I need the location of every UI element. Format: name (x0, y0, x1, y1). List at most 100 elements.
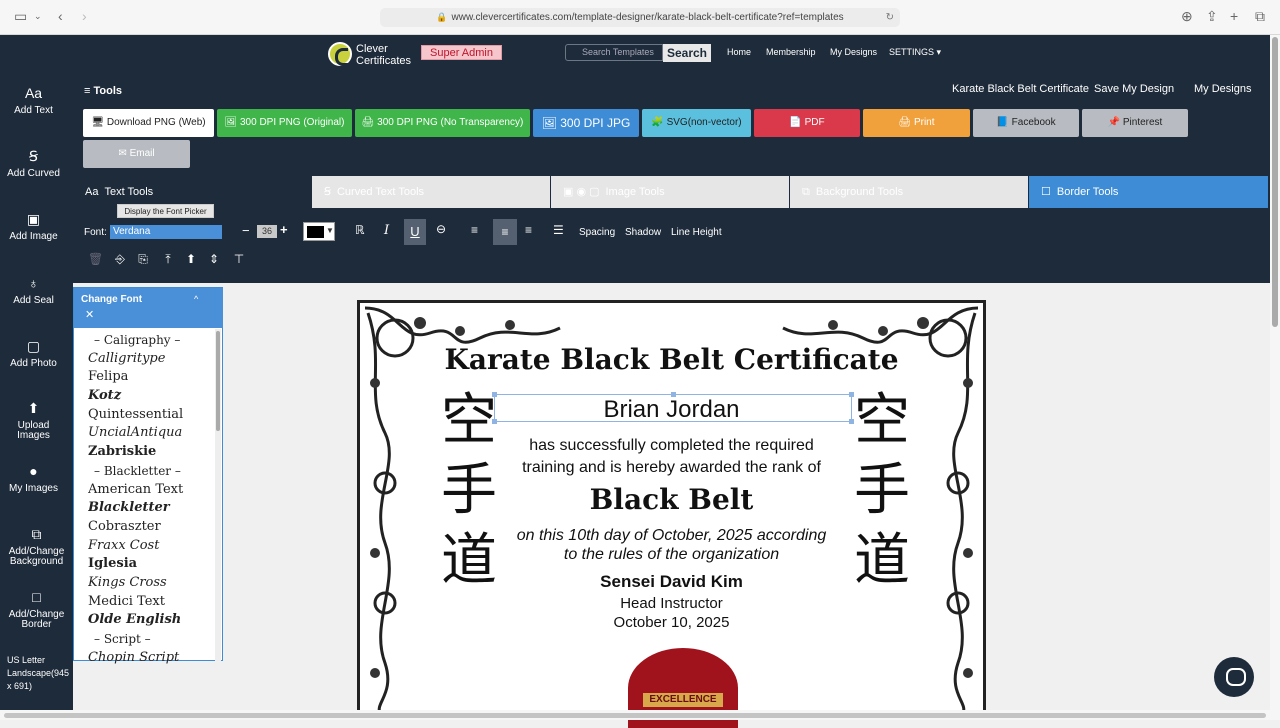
spacing-option[interactable]: Spacing (579, 227, 615, 238)
font-option[interactable]: American Text (88, 481, 208, 500)
line-height-option[interactable]: Line Height (671, 227, 722, 238)
scrollbar-thumb[interactable] (1272, 37, 1278, 327)
png-300dpi-original-button[interactable]: 🖼 300 DPI PNG (Original) (217, 109, 352, 137)
jpg-300dpi-button[interactable]: 🖼 300 DPI JPG (533, 109, 639, 137)
font-picker[interactable]: Verdana (110, 225, 222, 239)
font-size-input[interactable]: 36 (257, 225, 277, 238)
horizontal-scrollbar[interactable] (0, 710, 1270, 720)
align-center-icon[interactable]: ≡ (493, 219, 517, 245)
align-middle-icon[interactable]: ⇕ (207, 252, 221, 266)
strikethrough-icon[interactable]: ⊖ (436, 222, 446, 236)
align-top-icon[interactable]: ⤒ (161, 252, 175, 266)
font-option[interactable]: Kings Cross (88, 574, 208, 593)
bold-icon[interactable]: ℝ (355, 223, 365, 237)
add-seal-button[interactable]: ♁ Add Seal (0, 275, 67, 306)
chat-icon[interactable] (1214, 657, 1254, 697)
download-icon[interactable]: ⊕ (1181, 8, 1193, 25)
move-up-icon[interactable]: ⬆ (184, 252, 198, 266)
my-images-button[interactable]: ● My Images (0, 463, 67, 494)
chevron-down-icon: ▼ (326, 226, 334, 235)
share-icon[interactable]: ⇪ (1206, 8, 1218, 25)
chevron-up-icon[interactable]: ^ (194, 294, 198, 304)
font-option[interactable]: Medici Text (88, 593, 208, 612)
kanji-right-2[interactable]: 手 (850, 459, 914, 523)
print-button[interactable]: 🖨 Print (863, 109, 970, 137)
kanji-left-1[interactable]: 空 (437, 389, 501, 453)
italic-icon[interactable]: I (384, 223, 389, 238)
add-text-button[interactable]: Aa Add Text (0, 85, 67, 116)
font-option[interactable]: Blackletter (88, 499, 208, 518)
pinterest-button[interactable]: 📌 Pinterest (1082, 109, 1188, 137)
justify-icon[interactable]: ☰ (553, 223, 564, 237)
email-button[interactable]: ✉ Email (83, 140, 190, 168)
align-right-icon[interactable]: ≡ (525, 223, 532, 237)
nav-membership[interactable]: Membership (766, 47, 816, 57)
align-bottom-icon[interactable]: ⊤ (232, 252, 246, 266)
trash-icon[interactable]: 🗑 (88, 252, 103, 266)
font-option[interactable]: Kotz (88, 387, 208, 406)
font-option[interactable]: Calligritype (88, 350, 208, 369)
decrease-size-icon[interactable]: − (242, 223, 250, 238)
bring-forward-icon[interactable]: ⎆ (113, 252, 127, 266)
certificate-title[interactable]: Karate Black Belt Certificate (360, 343, 983, 376)
change-background-button[interactable]: ⧉ Add/Change Background (0, 526, 73, 567)
tab-curved-text-tools[interactable]: Ꞩ Curved Text Tools (312, 176, 550, 208)
font-option[interactable]: Felipa (88, 368, 208, 387)
back-icon[interactable]: ‹ (58, 8, 63, 24)
font-option[interactable]: Quintessential (88, 406, 208, 425)
scrollbar-thumb[interactable] (4, 713, 1266, 718)
pdf-button[interactable]: 📄 PDF (754, 109, 860, 137)
png-300dpi-no-transparency-button[interactable]: 🖨 300 DPI PNG (No Transparency) (355, 109, 530, 137)
certificate-date[interactable]: October 10, 2025 (360, 614, 983, 631)
page-scrollbar[interactable] (1270, 35, 1280, 720)
add-image-button[interactable]: ▣ Add Image (0, 211, 67, 242)
nav-my-designs[interactable]: My Designs (830, 47, 877, 57)
font-list-scrollbar[interactable] (215, 329, 221, 661)
my-designs-link[interactable]: My Designs (1194, 83, 1251, 95)
search-input[interactable]: Search Templates (565, 44, 663, 61)
certificate-canvas[interactable]: Karate Black Belt Certificate Brian Jord… (357, 300, 986, 728)
close-icon[interactable]: ✕ (85, 308, 94, 321)
facebook-button[interactable]: 📘 Facebook (973, 109, 1079, 137)
font-option[interactable]: Iglesia (88, 555, 208, 574)
sidebar-toggle-icon[interactable]: ▭ (14, 8, 27, 25)
kanji-right-3[interactable]: 道 (850, 529, 914, 593)
new-tab-icon[interactable]: + (1230, 8, 1238, 24)
tab-background-tools[interactable]: ⧉ Background Tools (790, 176, 1028, 208)
add-photo-button[interactable]: ▢ Add Photo (0, 338, 67, 369)
forward-icon[interactable]: › (82, 8, 87, 24)
search-button[interactable]: Search (663, 44, 711, 62)
tab-border-tools[interactable]: ☐ Border Tools (1029, 176, 1268, 208)
font-option[interactable]: UncialAntiqua (88, 424, 208, 443)
upload-images-button[interactable]: ⬆ Upload Images (0, 400, 67, 441)
save-design-link[interactable]: Save My Design (1094, 83, 1174, 95)
align-left-icon[interactable]: ≡ (471, 223, 478, 237)
increase-size-icon[interactable]: + (280, 222, 288, 237)
tabs-overview-icon[interactable]: ⧉ (1255, 8, 1265, 25)
reload-icon[interactable]: ↻ (886, 8, 894, 27)
nav-settings[interactable]: SETTINGS ▾ (889, 47, 941, 58)
font-option[interactable]: Chopin Script (88, 649, 208, 668)
text-color-picker[interactable]: ▼ (303, 222, 335, 241)
address-bar[interactable]: 🔒 www.clevercertificates.com/template-des… (380, 8, 900, 27)
font-option[interactable]: Olde English (88, 611, 208, 630)
kanji-left-3[interactable]: 道 (437, 529, 501, 593)
shadow-option[interactable]: Shadow (625, 227, 661, 238)
add-curved-button[interactable]: Ꞩ Add Curved (0, 148, 67, 179)
tab-image-tools[interactable]: ▣ ◉ ▢ Image Tools (551, 176, 789, 208)
scrollbar-thumb[interactable] (216, 331, 220, 431)
font-option[interactable]: Zabriskie (88, 443, 208, 462)
kanji-right-1[interactable]: 空 (850, 389, 914, 453)
underline-icon[interactable]: U (404, 219, 426, 245)
kanji-left-2[interactable]: 手 (437, 459, 501, 523)
instructor-role[interactable]: Head Instructor (360, 595, 983, 612)
chevron-down-icon[interactable]: ⌄ (34, 11, 42, 22)
send-backward-icon[interactable]: ⎘ (136, 252, 150, 266)
change-border-button[interactable]: □ Add/Change Border (0, 589, 73, 630)
download-png-web-button[interactable]: 🖥 Download PNG (Web) (83, 109, 214, 137)
logo[interactable]: Clever Certificates (328, 40, 418, 68)
nav-home[interactable]: Home (727, 47, 751, 57)
font-option[interactable]: Fraxx Cost (88, 537, 208, 556)
font-option[interactable]: Cobraszter (88, 518, 208, 537)
svg-button[interactable]: 🧩 SVG(non-vector) (642, 109, 751, 137)
